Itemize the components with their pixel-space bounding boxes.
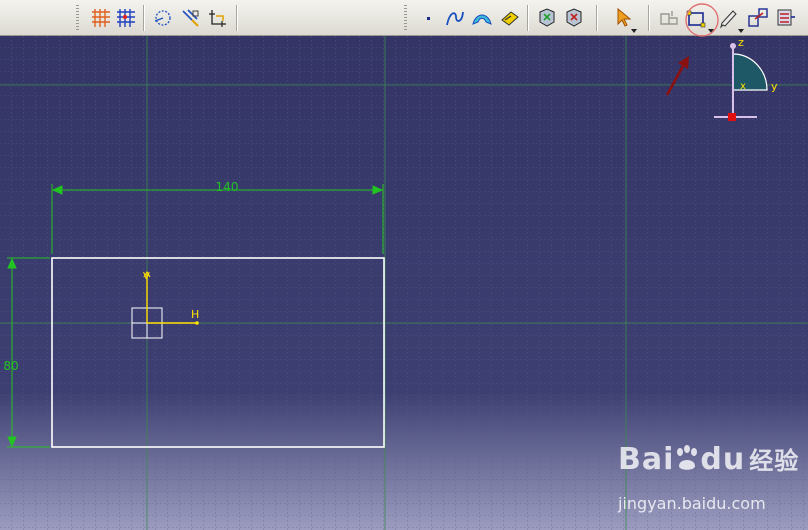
watermark-logo-text: Bai [618,442,675,477]
chevron-down-icon[interactable] [738,29,744,33]
compass-z-label: z [738,36,744,49]
construction-circle-icon[interactable] [152,7,174,29]
toolbar-grip[interactable] [76,5,79,31]
constraints-icon[interactable] [180,7,202,29]
width-dimension-value[interactable]: 140 [216,180,239,194]
baidu-watermark: Bai du 经验 jingyan.baidu.com [618,438,808,518]
v-axis-label: V [143,271,150,282]
transform-icon[interactable] [747,7,769,29]
dimension-icon[interactable] [207,7,229,29]
baidu-logo: Bai du 经验 [618,438,799,478]
paw-icon [677,445,698,470]
watermark-logo-cn: 经验 [749,447,800,475]
chevron-down-icon[interactable] [631,29,637,33]
cursor-arrow-icon[interactable] [612,7,634,29]
profile-icon[interactable] [658,7,680,29]
watermark-logo-mid: du [700,442,746,477]
conic-icon[interactable] [471,7,493,29]
point-icon[interactable] [418,7,440,29]
watermark-url: jingyan.baidu.com [618,494,766,513]
line-icon[interactable] [499,7,521,29]
rectangle-icon[interactable] [686,7,708,29]
compass-y-label: y [771,80,778,93]
toolbar-grip[interactable] [404,5,407,31]
constraint-icon[interactable] [535,7,557,29]
grid-icon[interactable] [90,7,112,29]
h-axis-label: H [191,308,199,321]
chevron-down-icon[interactable] [708,29,714,33]
project-icon[interactable] [774,7,796,29]
pencil-icon[interactable] [718,7,740,29]
compass-x-label: x [740,81,746,92]
spline-icon[interactable] [444,7,466,29]
sketcher-toolbar [0,0,808,36]
contact-constraint-icon[interactable] [562,7,584,29]
snap-grid-icon[interactable] [115,7,137,29]
height-dimension-value[interactable]: 80 [3,359,18,373]
